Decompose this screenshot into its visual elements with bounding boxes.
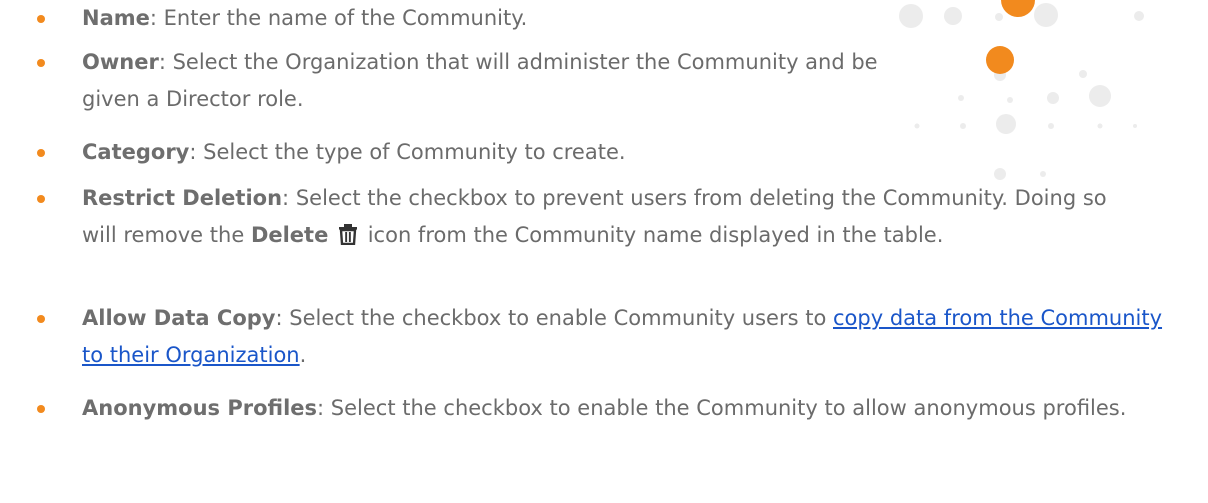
description-allow-data-copy-part1: Select the checkbox to enable Community … [289,306,827,330]
delete-label: Delete [250,223,329,247]
description-anonymous-profiles: Select the checkbox to enable the Commun… [330,396,1127,420]
bullet-icon [37,315,45,323]
document-body: Name: Enter the name of the Community. O… [0,0,1208,503]
term-allow-data-copy: Allow Data Copy [82,306,276,330]
term-name: Name [82,6,150,30]
bullet-icon [37,59,45,67]
description-category: Select the type of Community to create. [203,140,626,164]
list-item-allow-data-copy: Allow Data Copy: Select the checkbox to … [0,300,1192,374]
bullet-icon [37,405,45,413]
list-item-category: Category: Select the type of Community t… [0,134,636,171]
description-owner: Select the Organization that will admini… [82,50,878,111]
list-item-anonymous-profiles: Anonymous Profiles: Select the checkbox … [0,390,1152,427]
list-item-restrict-deletion: Restrict Deletion: Select the checkbox t… [0,180,1152,254]
description-restrict-deletion-part2: icon from the Community name displayed i… [367,223,944,247]
description-allow-data-copy-part2: . [299,343,307,367]
term-anonymous-profiles: Anonymous Profiles [82,396,318,420]
description-name: Enter the name of the Community. [163,6,528,30]
list-item-owner: Owner: Select the Organization that will… [0,44,922,118]
term-restrict-deletion: Restrict Deletion [82,186,283,210]
bullet-icon [37,149,45,157]
trash-icon [339,224,358,245]
term-owner: Owner [82,50,159,74]
bullet-icon [37,195,45,203]
term-category: Category [82,140,190,164]
list-item-name: Name: Enter the name of the Community. [0,0,537,37]
bullet-icon [37,15,45,23]
